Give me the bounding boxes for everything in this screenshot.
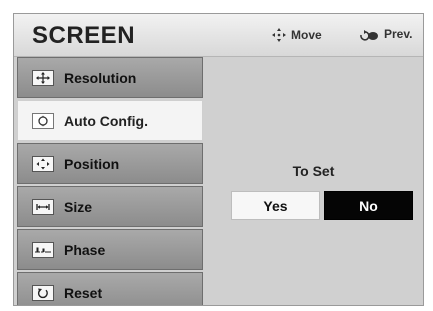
sidebar-item-label: Resolution [64,69,137,86]
prev-hint-label: Prev. [384,27,413,41]
resolution-icon [32,69,54,86]
sidebar-item-phase[interactable]: Phase [17,229,203,270]
yes-button[interactable]: Yes [231,191,320,220]
reset-icon [32,284,54,301]
move-icon [272,28,286,42]
sidebar-item-label: Position [64,155,120,172]
sidebar-item-position[interactable]: Position [17,143,203,184]
sidebar-item-label: Auto Config. [64,112,148,129]
prev-hint: Prev. [358,27,412,41]
auto-config-icon [32,112,54,129]
to-set-prompt: To Set [292,163,335,179]
size-icon [32,198,54,215]
return-icon [360,30,378,41]
sidebar-item-label: Reset [64,284,103,301]
sidebar-item-resolution[interactable]: Resolution [17,57,203,98]
header-bar: SCREEN Move Prev. [14,14,423,57]
phase-icon [32,241,54,258]
sidebar-item-label: Size [64,198,93,215]
sidebar-item-size[interactable]: Size [17,186,203,227]
screen-osd-window: SCREEN Move Prev. Resolution Auto Config… [13,13,424,306]
move-hint: Move [271,27,322,43]
sidebar-item-label: Phase [64,241,106,258]
move-hint-label: Move [291,28,322,42]
position-icon [32,155,54,172]
no-button[interactable]: No [324,191,413,220]
sidebar-menu: Resolution Auto Config. Position Size Ph… [17,57,203,305]
page-title: SCREEN [32,22,136,49]
sidebar-item-auto-config[interactable]: Auto Config. [17,100,203,141]
sidebar-item-reset[interactable]: Reset [17,272,203,305]
confirm-panel: To Set Yes No [204,57,423,305]
